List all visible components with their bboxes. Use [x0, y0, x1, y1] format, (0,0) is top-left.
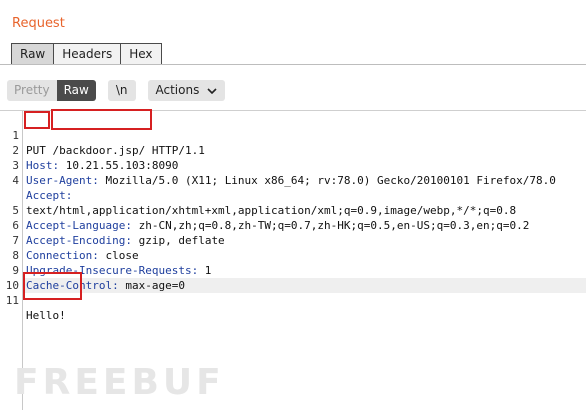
editor-line: 4 Accept: — [0, 158, 586, 202]
editor-line: 2 Host: 10.21.55.103:8090 — [0, 128, 586, 172]
body-highlight-box — [23, 272, 82, 300]
tab-raw[interactable]: Raw — [11, 43, 55, 65]
actions-dropdown[interactable]: Actions — [147, 80, 226, 101]
raw-request-editor[interactable]: 1 PUT /backdoor.jsp/ HTTP/1.1 2 Host: 10… — [0, 113, 586, 322]
tab-hex[interactable]: Hex — [120, 43, 162, 65]
editor-line: 8 Upgrade-Insecure-Requests: 1 — [0, 233, 586, 277]
line-number: 11 — [5, 294, 19, 307]
message-tabs: Raw Headers Hex — [11, 43, 162, 65]
tab-headers[interactable]: Headers — [53, 43, 122, 65]
chevron-down-icon — [207, 87, 217, 94]
pretty-button[interactable]: Pretty — [7, 80, 57, 101]
method-highlight-box — [24, 111, 50, 129]
tabs-divider — [0, 64, 586, 65]
show-newlines-button[interactable]: \n — [107, 80, 136, 101]
raw-button[interactable]: Raw — [56, 80, 96, 101]
editor-line: 3 User-Agent: Mozilla/5.0 (X11; Linux x8… — [0, 143, 586, 187]
actions-label: Actions — [155, 83, 200, 97]
editor-line: 9 Cache-Control: max-age=0 — [0, 248, 586, 292]
path-highlight-box — [51, 109, 152, 130]
editor-line: text/html,application/xhtml+xml,applicat… — [0, 173, 586, 217]
editor-line: 7 Connection: close — [0, 218, 586, 262]
view-mode-toggle: Pretty Raw — [7, 80, 96, 101]
panel-title: Request — [12, 16, 65, 31]
request-body: Hello! — [26, 309, 66, 322]
editor-toolbar: Pretty Raw \n Actions — [7, 80, 237, 101]
editor-line: 5 Accept-Language: zh-CN,zh;q=0.8,zh-TW;… — [0, 188, 586, 232]
editor-line: 6 Accept-Encoding: gzip, deflate — [0, 203, 586, 247]
freebuf-watermark: FREEBUF — [14, 362, 225, 403]
editor-line: 10 — [0, 263, 586, 292]
editor-line: 11 Hello! — [0, 278, 586, 322]
